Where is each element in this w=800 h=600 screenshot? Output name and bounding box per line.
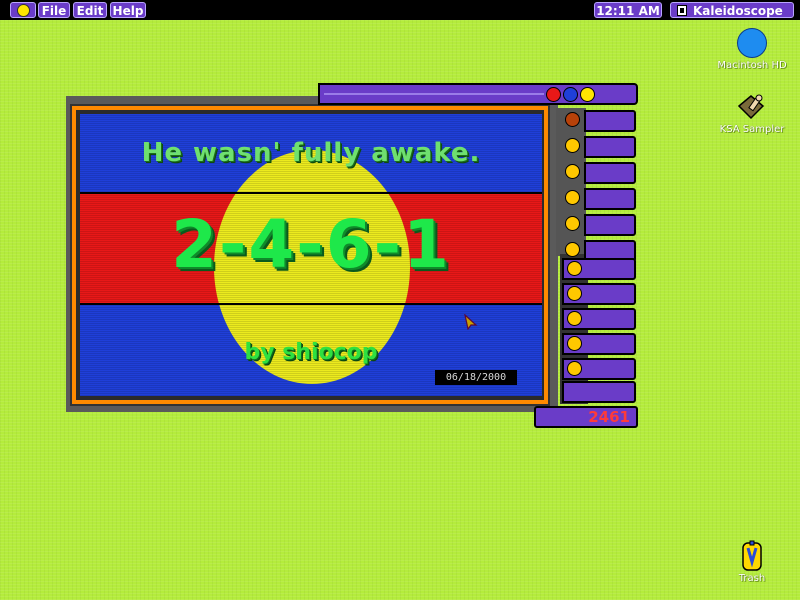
date-field: 06/18/2000	[435, 370, 517, 385]
hard-disk-icon	[737, 28, 767, 58]
control-dot-icon[interactable]	[567, 311, 582, 326]
badge-label: 2461	[534, 406, 638, 428]
desktop-icon-trash[interactable]: Trash	[724, 540, 780, 584]
application-menu[interactable]: Kaleidoscope	[670, 2, 794, 18]
panel-button[interactable]	[584, 214, 636, 236]
button-column-upper	[556, 108, 586, 256]
window-content: He wasn' fully awake. 2-4-6-1 by shiocop…	[80, 114, 542, 396]
desktop-icon-label: Macintosh HD	[717, 60, 787, 71]
title-bar-strip[interactable]	[318, 83, 638, 105]
title-bar-stripe	[324, 93, 544, 95]
panel-button[interactable]	[584, 162, 636, 184]
menubar-clock[interactable]: 12:11 AM	[594, 2, 662, 18]
menu-help[interactable]: Help	[110, 2, 146, 18]
desktop-icon-ksa-sampler[interactable]: KSA Sampler	[712, 92, 792, 135]
desktop-icon-macintosh-hd[interactable]: Macintosh HD	[716, 28, 788, 71]
control-dot-icon[interactable]	[565, 112, 580, 127]
application-icon	[677, 5, 687, 16]
application-name: Kaleidoscope	[693, 4, 783, 18]
control-dot-icon[interactable]	[565, 242, 580, 257]
menu-file[interactable]: File	[38, 2, 70, 18]
control-dot-icon[interactable]	[565, 138, 580, 153]
control-dot-icon[interactable]	[567, 336, 582, 351]
panel-button[interactable]	[584, 188, 636, 210]
apple-menu-icon	[17, 4, 30, 17]
panel-button[interactable]	[584, 110, 636, 132]
control-dot-icon[interactable]	[567, 261, 582, 276]
panel-button[interactable]	[584, 136, 636, 158]
pointer-cursor-icon	[464, 314, 478, 330]
control-dot-icon[interactable]	[565, 216, 580, 231]
control-dot-icon[interactable]	[567, 286, 582, 301]
menu-edit[interactable]: Edit	[73, 2, 107, 18]
byline-text: by shiocop	[244, 340, 378, 365]
control-dot-icon[interactable]	[567, 361, 582, 376]
zoom-button-icon[interactable]	[563, 87, 578, 102]
headline-text: He wasn' fully awake.	[141, 138, 481, 168]
desktop-icon-label: KSA Sampler	[719, 124, 785, 135]
menu-bar: File Edit Help 12:11 AM Kaleidoscope	[0, 0, 800, 20]
control-dot-icon[interactable]	[565, 190, 580, 205]
trash-icon	[742, 540, 762, 571]
collapse-button-icon[interactable]	[580, 87, 595, 102]
control-dot-icon[interactable]	[565, 164, 580, 179]
panel-button[interactable]	[562, 381, 636, 403]
close-button-icon[interactable]	[546, 87, 561, 102]
title-text: 2-4-6-1	[171, 206, 451, 283]
desktop-icon-label: Trash	[738, 573, 766, 584]
ksa-sampler-icon	[737, 94, 765, 120]
apple-menu[interactable]	[10, 2, 36, 18]
